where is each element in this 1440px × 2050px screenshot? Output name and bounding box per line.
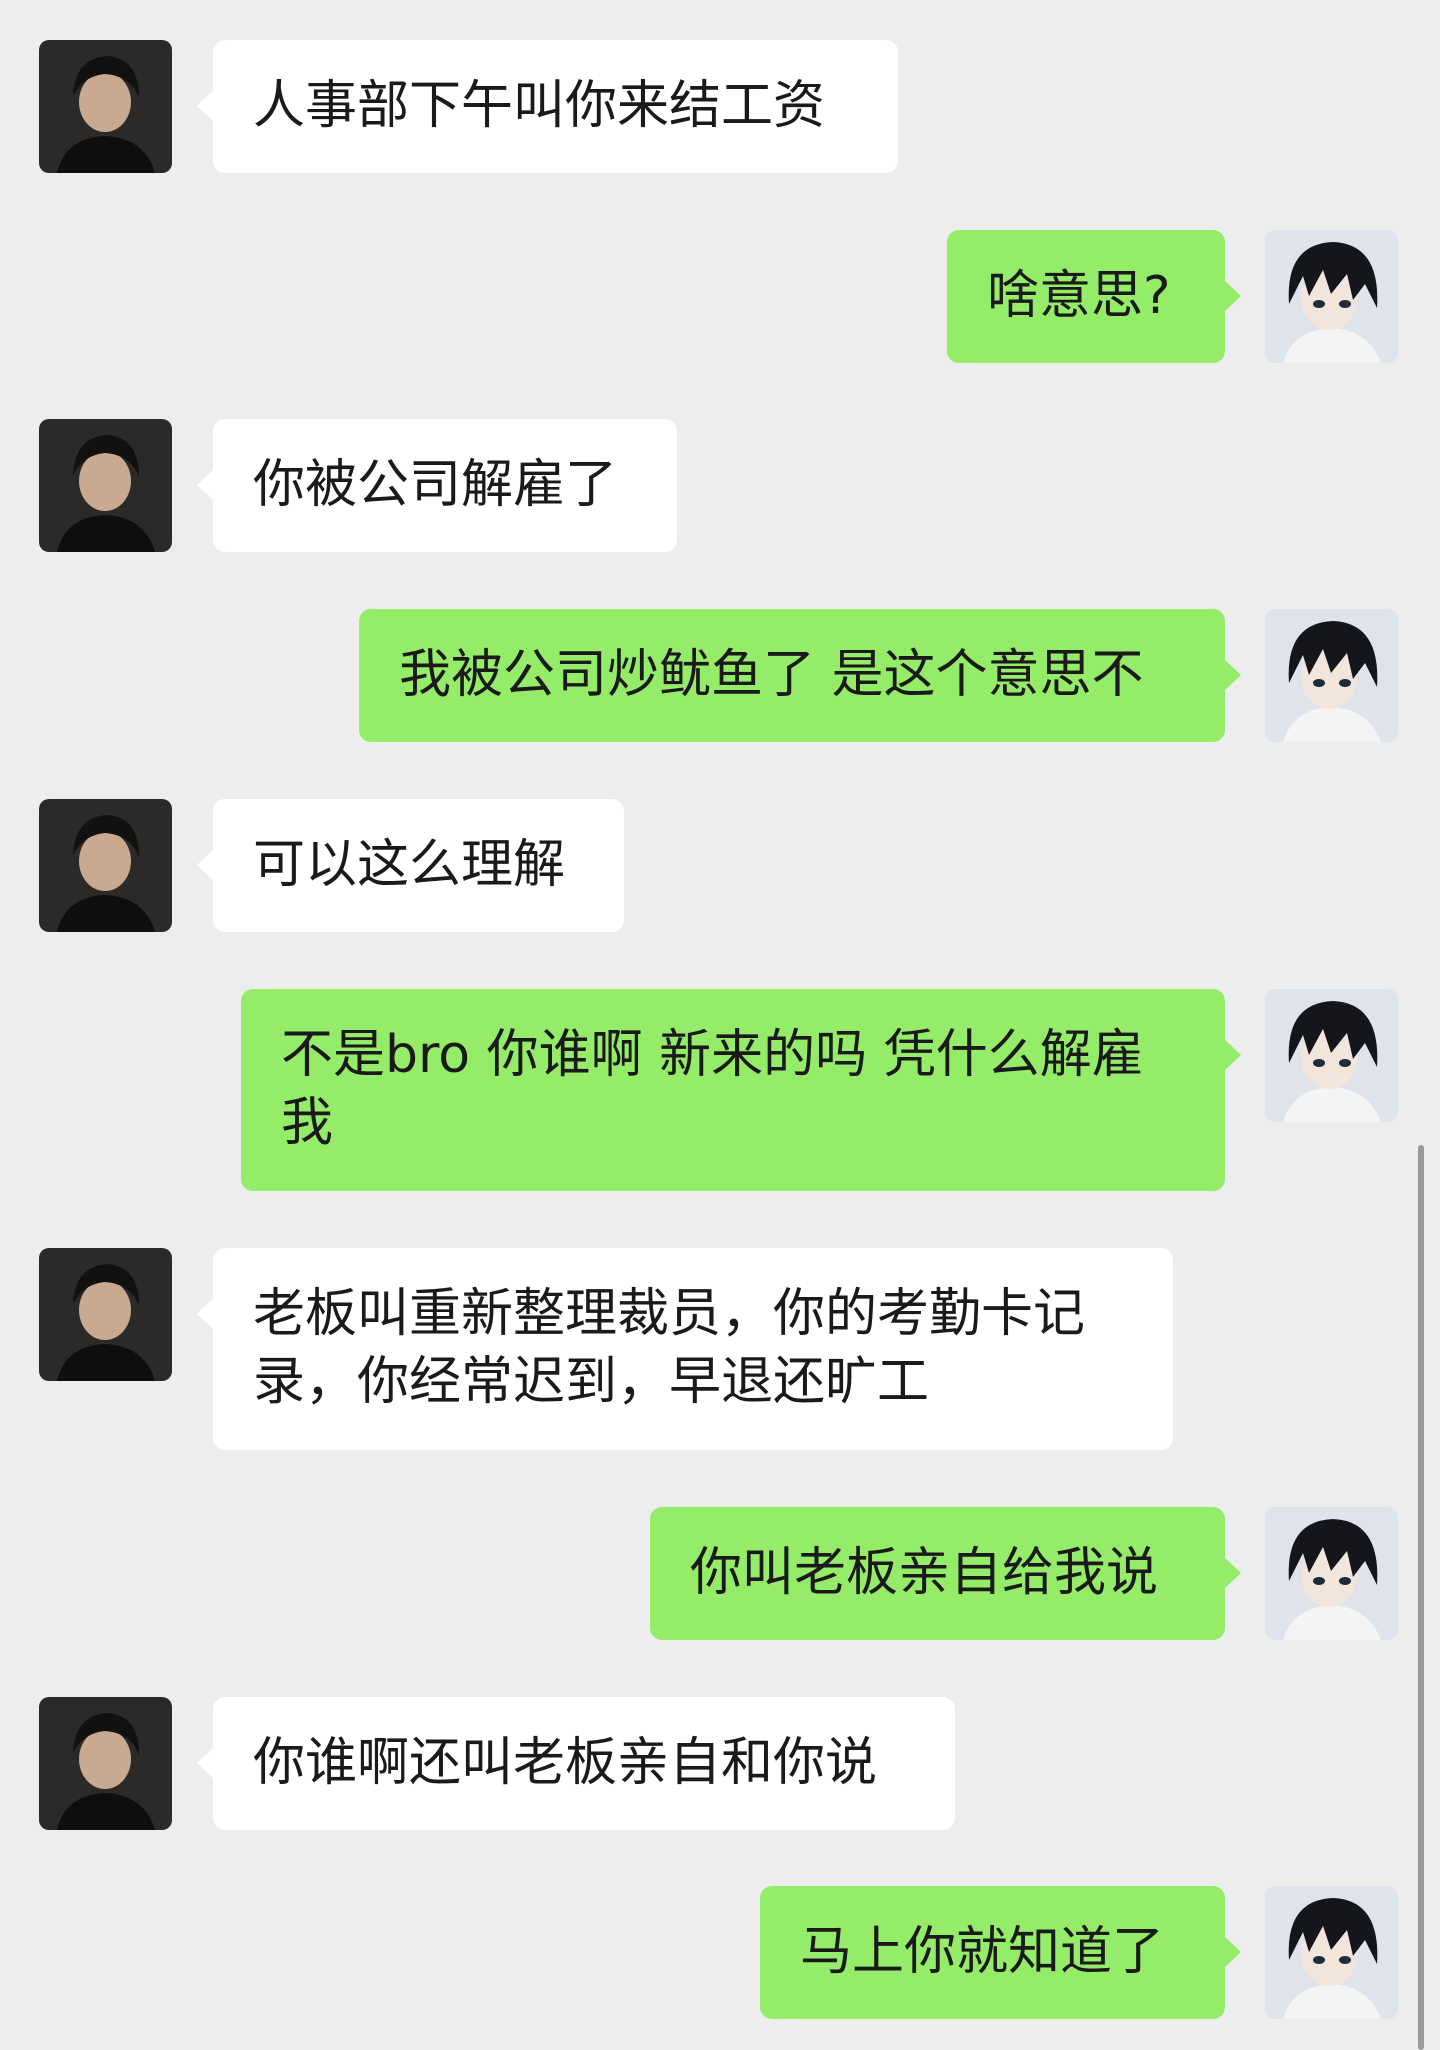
- outgoing-avatar-icon[interactable]: [1265, 1507, 1398, 1640]
- message-bubble[interactable]: 啥意思?: [947, 230, 1241, 363]
- message-bubble[interactable]: 你被公司解雇了: [197, 419, 677, 552]
- message-bubble[interactable]: 马上你就知道了: [760, 1886, 1241, 2019]
- scrollbar[interactable]: [1418, 1145, 1424, 2050]
- incoming-avatar-icon[interactable]: [39, 799, 172, 932]
- message-bubble[interactable]: 你叫老板亲自给我说: [650, 1507, 1241, 1640]
- message-bubble[interactable]: 老板叫重新整理裁员，你的考勤卡记录，你经常迟到，早退还旷工: [197, 1248, 1173, 1450]
- message-bubble[interactable]: 可以这么理解: [197, 799, 624, 932]
- outgoing-avatar-icon[interactable]: [1265, 609, 1398, 742]
- incoming-avatar-icon[interactable]: [39, 1697, 172, 1830]
- incoming-avatar-icon[interactable]: [39, 1248, 172, 1381]
- incoming-avatar-icon[interactable]: [39, 40, 172, 173]
- chat-area: 人事部下午叫你来结工资 啥意思? 你被公司解雇了 我被公司炒鱿鱼了 是这个意思不…: [0, 0, 1440, 2050]
- outgoing-avatar-icon[interactable]: [1265, 230, 1398, 363]
- message-bubble[interactable]: 你谁啊还叫老板亲自和你说: [197, 1697, 955, 1830]
- message-bubble[interactable]: 我被公司炒鱿鱼了 是这个意思不: [359, 609, 1241, 742]
- outgoing-avatar-icon[interactable]: [1265, 989, 1398, 1122]
- incoming-avatar-icon[interactable]: [39, 419, 172, 552]
- message-bubble[interactable]: 人事部下午叫你来结工资: [197, 40, 898, 173]
- outgoing-avatar-icon[interactable]: [1265, 1886, 1398, 2019]
- message-bubble[interactable]: 不是bro 你谁啊 新来的吗 凭什么解雇我: [241, 989, 1241, 1191]
